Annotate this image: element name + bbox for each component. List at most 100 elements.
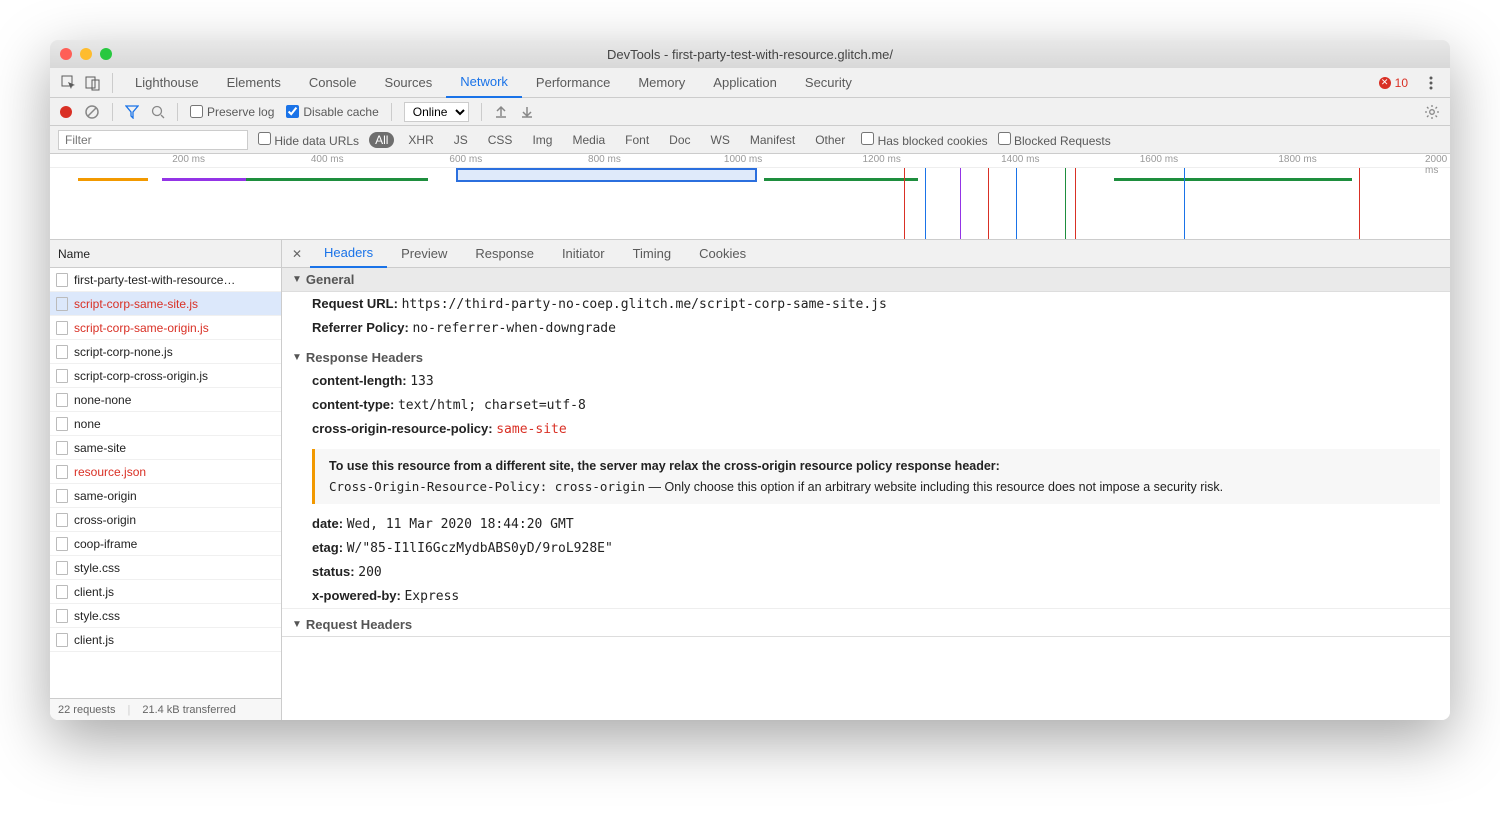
content-length-row: content-length: 133 xyxy=(282,369,1450,393)
referrer-policy-row: Referrer Policy: no-referrer-when-downgr… xyxy=(282,316,1450,340)
detail-tab-response[interactable]: Response xyxy=(461,240,548,268)
response-headers-section-header[interactable]: ▼Response Headers xyxy=(282,340,1450,369)
filter-type-all[interactable]: All xyxy=(369,132,394,148)
titlebar: DevTools - first-party-test-with-resourc… xyxy=(50,40,1450,68)
filter-bar: Hide data URLs All XHR JS CSS Img Media Font Do… xyxy=(50,126,1450,154)
filter-type-manifest[interactable]: Manifest xyxy=(744,132,801,148)
window-title: DevTools - first-party-test-with-resourc… xyxy=(50,47,1450,62)
tab-sources[interactable]: Sources xyxy=(371,68,447,98)
detail-tab-timing[interactable]: Timing xyxy=(619,240,686,268)
file-icon xyxy=(56,273,68,287)
filter-type-xhr[interactable]: XHR xyxy=(402,132,439,148)
request-list-header[interactable]: Name xyxy=(50,240,281,268)
request-name: coop-iframe xyxy=(74,537,137,551)
request-row[interactable]: style.css xyxy=(50,604,281,628)
search-icon[interactable] xyxy=(151,105,165,119)
filter-type-css[interactable]: CSS xyxy=(482,132,519,148)
corp-row: cross-origin-resource-policy: same-site xyxy=(282,417,1450,441)
devtools-window: DevTools - first-party-test-with-resourc… xyxy=(50,40,1450,720)
request-headers-section-header[interactable]: ▼Request Headers xyxy=(282,608,1450,637)
tab-performance[interactable]: Performance xyxy=(522,68,624,98)
timeline-tick: 2000 ms xyxy=(1425,154,1447,176)
tab-console[interactable]: Console xyxy=(295,68,371,98)
preserve-log-checkbox[interactable]: Preserve log xyxy=(190,105,274,119)
filter-type-ws[interactable]: WS xyxy=(705,132,736,148)
etag-row: etag: W/"85-I1lI6GczMydbABS0yD/9roL928E" xyxy=(282,536,1450,560)
request-row[interactable]: none xyxy=(50,412,281,436)
request-row[interactable]: same-origin xyxy=(50,484,281,508)
close-detail-button[interactable]: ✕ xyxy=(286,247,308,261)
request-row[interactable]: style.css xyxy=(50,556,281,580)
detail-tab-preview[interactable]: Preview xyxy=(387,240,461,268)
request-row[interactable]: resource.json xyxy=(50,460,281,484)
file-icon xyxy=(56,537,68,551)
error-count-badge[interactable]: ✕ 10 xyxy=(1379,76,1408,90)
timeline-tick: 1000 ms xyxy=(724,154,762,165)
detail-tab-headers[interactable]: Headers xyxy=(310,240,387,268)
request-name: none-none xyxy=(74,393,131,407)
request-detail: ✕ HeadersPreviewResponseInitiatorTimingC… xyxy=(282,240,1450,720)
general-section-header[interactable]: ▼General xyxy=(282,268,1450,292)
separator xyxy=(112,103,113,121)
error-icon: ✕ xyxy=(1379,77,1391,89)
chevron-down-icon: ▼ xyxy=(292,352,302,363)
filter-icon[interactable] xyxy=(125,105,139,119)
file-icon xyxy=(56,489,68,503)
filter-type-doc[interactable]: Doc xyxy=(663,132,696,148)
request-row[interactable]: same-site xyxy=(50,436,281,460)
tab-lighthouse[interactable]: Lighthouse xyxy=(121,68,213,98)
chevron-down-icon: ▼ xyxy=(292,619,302,630)
download-icon[interactable] xyxy=(520,105,534,119)
detail-tab-initiator[interactable]: Initiator xyxy=(548,240,619,268)
separator xyxy=(391,103,392,121)
file-icon xyxy=(56,465,68,479)
request-row[interactable]: script-corp-none.js xyxy=(50,340,281,364)
filter-input[interactable] xyxy=(58,130,248,150)
request-row[interactable]: client.js xyxy=(50,580,281,604)
request-name: client.js xyxy=(74,633,114,647)
filter-type-img[interactable]: Img xyxy=(526,132,558,148)
inspect-icon[interactable] xyxy=(58,72,80,94)
clear-button[interactable] xyxy=(84,104,100,120)
throttling-select[interactable]: Online xyxy=(404,102,469,122)
timeline-tick: 200 ms xyxy=(172,154,205,165)
tab-network[interactable]: Network xyxy=(446,68,522,98)
file-icon xyxy=(56,513,68,527)
record-button[interactable] xyxy=(60,106,72,118)
filter-type-js[interactable]: JS xyxy=(448,132,474,148)
file-icon xyxy=(56,369,68,383)
request-row[interactable]: cross-origin xyxy=(50,508,281,532)
tab-memory[interactable]: Memory xyxy=(624,68,699,98)
request-row[interactable]: first-party-test-with-resource… xyxy=(50,268,281,292)
main-content: Name first-party-test-with-resource…scri… xyxy=(50,240,1450,720)
chevron-down-icon: ▼ xyxy=(292,274,302,285)
upload-icon[interactable] xyxy=(494,105,508,119)
hide-data-urls-checkbox[interactable]: Hide data URLs xyxy=(258,132,359,148)
tab-security[interactable]: Security xyxy=(791,68,866,98)
detail-tab-cookies[interactable]: Cookies xyxy=(685,240,760,268)
settings-gear-icon[interactable] xyxy=(1424,104,1440,120)
request-row[interactable]: script-corp-same-site.js xyxy=(50,292,281,316)
tab-application[interactable]: Application xyxy=(699,68,791,98)
file-icon xyxy=(56,633,68,647)
timeline-overview[interactable]: 200 ms400 ms600 ms800 ms1000 ms1200 ms14… xyxy=(50,154,1450,240)
network-toolbar: Preserve log Disable cache Online xyxy=(50,98,1450,126)
disable-cache-checkbox[interactable]: Disable cache xyxy=(286,105,378,119)
warning-title: To use this resource from a different si… xyxy=(329,459,1426,473)
detail-tabs: ✕ HeadersPreviewResponseInitiatorTimingC… xyxy=(282,240,1450,268)
filter-type-media[interactable]: Media xyxy=(566,132,611,148)
blocked-requests-checkbox[interactable]: Blocked Requests xyxy=(998,132,1111,148)
device-toggle-icon[interactable] xyxy=(82,72,104,94)
request-row[interactable]: none-none xyxy=(50,388,281,412)
request-row[interactable]: script-corp-cross-origin.js xyxy=(50,364,281,388)
filter-type-font[interactable]: Font xyxy=(619,132,655,148)
kebab-menu-icon[interactable] xyxy=(1420,72,1442,94)
headers-pane: ▼General Request URL: https://third-part… xyxy=(282,268,1450,720)
filter-type-other[interactable]: Other xyxy=(809,132,851,148)
has-blocked-cookies-checkbox[interactable]: Has blocked cookies xyxy=(861,132,987,148)
tab-elements[interactable]: Elements xyxy=(213,68,295,98)
request-row[interactable]: client.js xyxy=(50,628,281,652)
x-powered-by-row: x-powered-by: Express xyxy=(282,584,1450,608)
request-row[interactable]: coop-iframe xyxy=(50,532,281,556)
request-row[interactable]: script-corp-same-origin.js xyxy=(50,316,281,340)
